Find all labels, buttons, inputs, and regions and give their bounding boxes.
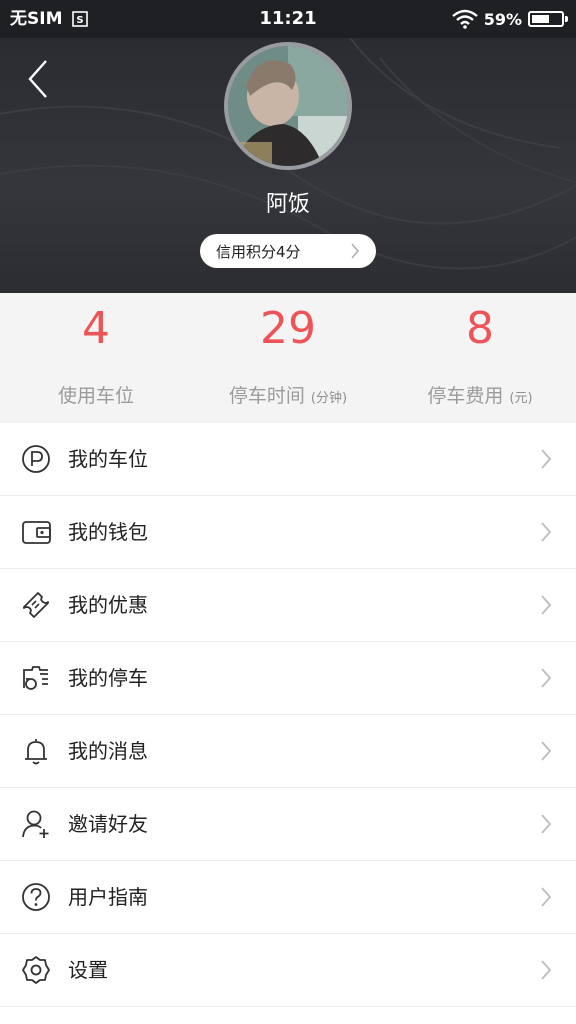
menu-item-label: 我的优惠: [68, 593, 148, 617]
menu-item-label: 设置: [68, 958, 108, 982]
avatar[interactable]: [224, 42, 352, 170]
menu-list: 我的车位 我的钱包 我的优惠 我的停车 我的消息 邀请好友 用户指南 设置: [0, 423, 576, 1007]
parking-icon: [22, 445, 50, 473]
battery-level: [532, 15, 549, 23]
chevron-right-icon: [541, 741, 552, 761]
credit-score-label: 信用积分4分: [216, 242, 301, 261]
chevron-right-icon: [541, 814, 552, 834]
stat-parking-spaces[interactable]: 4 使用车位: [0, 293, 192, 423]
menu-item-label: 我的停车: [68, 666, 148, 690]
chevron-right-icon: [541, 595, 552, 615]
parking-record-icon: [23, 666, 48, 690]
menu-item-label: 我的车位: [68, 447, 148, 471]
chevron-right-icon: [541, 449, 552, 469]
coupon-icon: [23, 592, 49, 618]
wifi-icon: [451, 9, 478, 29]
stat-parking-fee[interactable]: 8 停车费用 (元): [384, 293, 576, 423]
stat-parking-time[interactable]: 29 停车时间 (分钟): [192, 293, 384, 423]
stat-unit: (分钟): [310, 391, 348, 406]
menu-item-my-parking[interactable]: 我的停车: [0, 642, 576, 715]
credit-score-button[interactable]: 信用积分4分: [200, 234, 376, 268]
chevron-right-icon: [541, 668, 552, 688]
menu-item-label: 我的钱包: [68, 520, 148, 544]
chevron-right-icon: [541, 522, 552, 542]
settings-icon: [22, 956, 50, 984]
stat-label: 使用车位: [57, 385, 134, 407]
bell-icon: [25, 739, 47, 765]
menu-item-label: 用户指南: [68, 885, 148, 909]
help-icon: [22, 883, 50, 911]
status-right: 59%: [451, 0, 568, 38]
menu-item-my-messages[interactable]: 我的消息: [0, 715, 576, 788]
add-friend-icon: [22, 810, 49, 838]
stat-label: 停车时间 (分钟): [228, 385, 348, 407]
chevron-right-icon: [351, 243, 360, 259]
menu-item-label: 我的消息: [68, 739, 148, 763]
menu-item-user-guide[interactable]: 用户指南: [0, 861, 576, 934]
menu-item-invite-friends[interactable]: 邀请好友: [0, 788, 576, 861]
back-button[interactable]: [24, 58, 58, 100]
battery-icon: [528, 11, 568, 27]
chevron-right-icon: [541, 960, 552, 980]
wallet-icon: [22, 521, 51, 544]
profile-header: 阿饭 信用积分4分: [0, 38, 576, 293]
menu-item-label: 邀请好友: [68, 812, 148, 836]
stat-value: 4: [82, 303, 110, 354]
status-bar: 无SIM S 11:21 59%: [0, 0, 576, 38]
stat-value: 29: [260, 303, 316, 354]
stat-label: 停车费用 (元): [427, 385, 533, 407]
menu-item-my-parking-space[interactable]: 我的车位: [0, 423, 576, 496]
battery-percent: 59%: [483, 9, 522, 29]
chevron-right-icon: [541, 887, 552, 907]
avatar-image: [228, 46, 348, 166]
menu-item-my-wallet[interactable]: 我的钱包: [0, 496, 576, 569]
stats-panel: 4 使用车位 29 停车时间 (分钟) 8 停车费用 (元): [0, 293, 576, 423]
username: 阿饭: [265, 192, 310, 217]
chevron-left-icon: [28, 60, 47, 98]
menu-item-settings[interactable]: 设置: [0, 934, 576, 1007]
menu-item-my-coupons[interactable]: 我的优惠: [0, 569, 576, 642]
stat-value: 8: [466, 303, 494, 354]
stat-unit: (元): [509, 391, 533, 406]
